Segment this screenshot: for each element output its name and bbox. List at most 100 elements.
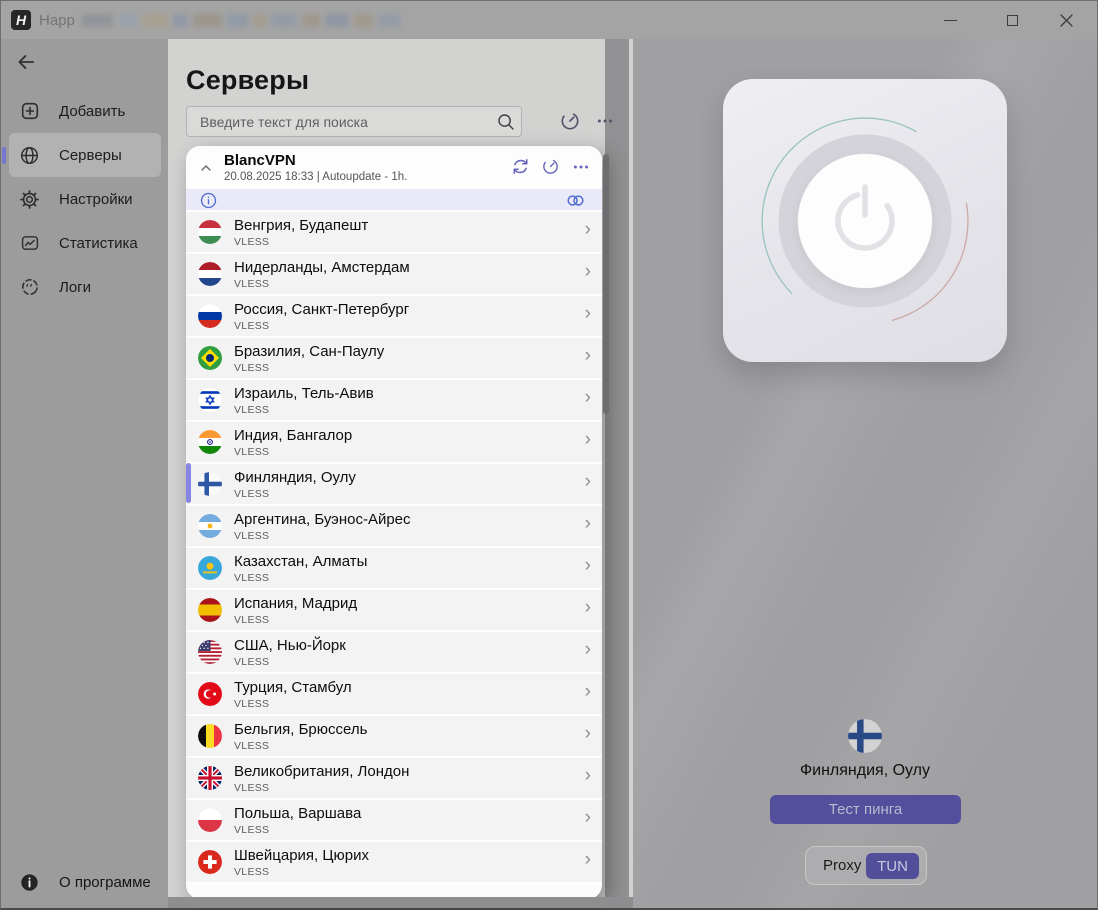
server-protocol: VLESS xyxy=(234,320,409,332)
server-row[interactable]: Бразилия, Сан-ПаулуVLESS› xyxy=(186,338,602,380)
search-icon xyxy=(491,113,521,131)
sidebar-item-label: Добавить xyxy=(59,103,125,120)
chevron-right-icon: › xyxy=(585,303,591,325)
server-row[interactable]: Бельгия, БрюссельVLESS› xyxy=(186,716,602,758)
country-flag-icon xyxy=(198,556,222,580)
chevron-right-icon: › xyxy=(585,471,591,493)
stats-icon xyxy=(19,233,40,254)
gear-icon xyxy=(19,189,40,210)
app-title: Happ xyxy=(39,12,75,29)
server-row[interactable]: Швейцария, ЦюрихVLESS › xyxy=(186,842,602,884)
server-row[interactable]: Нидерланды, АмстердамVLESS› xyxy=(186,254,602,296)
country-flag-icon xyxy=(198,472,222,496)
collapse-chevron-icon[interactable] xyxy=(198,160,214,176)
info-icon[interactable] xyxy=(200,192,217,209)
power-button[interactable] xyxy=(798,154,932,288)
panel-more-button[interactable] xyxy=(594,110,616,132)
sidebar-nav: Добавить Серверы xyxy=(1,89,168,309)
server-row[interactable]: Израиль, Тель-АвивVLESS› xyxy=(186,380,602,422)
sidebar-item-label: Статистика xyxy=(59,235,138,252)
subscription-info-bar xyxy=(186,189,602,212)
sidebar-item-label: О программе xyxy=(59,874,151,891)
server-protocol: VLESS xyxy=(234,866,369,878)
mode-option-tun[interactable]: TUN xyxy=(866,853,919,879)
server-row[interactable]: Венгрия, БудапештVLESS› xyxy=(186,212,602,254)
server-protocol: VLESS xyxy=(234,488,356,500)
chevron-right-icon: › xyxy=(585,513,591,535)
mode-toggle: Proxy TUN xyxy=(805,846,927,885)
titlebar: H Happ xyxy=(1,1,1097,39)
chevron-right-icon: › xyxy=(585,723,591,745)
country-flag-icon xyxy=(198,766,222,790)
chevron-right-icon: › xyxy=(585,429,591,451)
country-flag-icon xyxy=(198,430,222,454)
chevron-right-icon: › xyxy=(585,765,591,787)
server-row[interactable]: Аргентина, Буэнос-АйресVLESS› xyxy=(186,506,602,548)
server-protocol: VLESS xyxy=(234,782,409,794)
subscription-card: BlancVPN 20.08.2025 18:33 | Autoupdate -… xyxy=(186,146,602,899)
sidebar-item-add[interactable]: Добавить xyxy=(1,89,168,133)
country-flag-icon xyxy=(198,388,222,412)
chevron-right-icon: › xyxy=(585,681,591,703)
server-name: Венгрия, Будапешт xyxy=(234,217,368,235)
close-button[interactable] xyxy=(1043,1,1089,39)
server-name: США, Нью-Йорк xyxy=(234,637,346,655)
speedtest-button[interactable] xyxy=(559,110,581,132)
server-search xyxy=(186,106,522,137)
server-row[interactable]: Индия, БангалорVLESS› xyxy=(186,422,602,464)
country-flag-icon xyxy=(198,346,222,370)
server-protocol: VLESS xyxy=(234,614,357,626)
server-protocol: VLESS xyxy=(234,572,367,584)
sidebar-item-statistics[interactable]: Статистика xyxy=(1,221,168,265)
ping-gauge-icon[interactable] xyxy=(541,157,560,176)
logs-icon xyxy=(19,277,40,298)
country-flag-icon xyxy=(198,640,222,664)
ping-test-button[interactable]: Тест пинга xyxy=(770,795,961,824)
refresh-icon[interactable] xyxy=(511,157,530,176)
country-flag-icon xyxy=(198,514,222,538)
sidebar-item-servers[interactable]: Серверы xyxy=(1,133,168,177)
server-protocol: VLESS xyxy=(234,656,346,668)
servers-panel: Серверы BlancVPN 20.08.2025 18:33 | Auto… xyxy=(168,39,633,908)
back-button[interactable] xyxy=(15,51,43,77)
server-row[interactable]: Испания, МадридVLESS› xyxy=(186,590,602,632)
server-protocol: VLESS xyxy=(234,698,352,710)
connection-panel: Финляндия, Оулу Тест пинга Proxy TUN xyxy=(633,39,1097,908)
sidebar-item-label: Серверы xyxy=(59,147,122,164)
globe-icon xyxy=(19,145,40,166)
chevron-right-icon: › xyxy=(585,219,591,241)
maximize-button[interactable] xyxy=(989,1,1035,39)
server-name: Швейцария, Цюрих xyxy=(234,847,369,865)
power-card xyxy=(723,79,1007,362)
chevron-right-icon: › xyxy=(585,261,591,283)
server-row[interactable]: Россия, Санкт-ПетербургVLESS› xyxy=(186,296,602,338)
sidebar-item-logs[interactable]: Логи xyxy=(1,265,168,309)
server-protocol: VLESS xyxy=(234,404,374,416)
panel-bottom-shadow xyxy=(168,897,633,908)
sidebar-item-about[interactable]: О программе xyxy=(1,862,168,902)
sidebar-item-label: Логи xyxy=(59,279,91,296)
country-flag-icon xyxy=(198,724,222,748)
server-row[interactable]: Великобритания, ЛондонVLESS› xyxy=(186,758,602,800)
server-row[interactable]: США, Нью-ЙоркVLESS› xyxy=(186,632,602,674)
chevron-right-icon: › xyxy=(585,849,591,871)
server-row[interactable]: Финляндия, ОулуVLESS› xyxy=(186,464,602,506)
search-input[interactable] xyxy=(187,114,491,130)
server-row[interactable]: Казахстан, АлматыVLESS› xyxy=(186,548,602,590)
sidebar-item-settings[interactable]: Настройки xyxy=(1,177,168,221)
link-icon[interactable] xyxy=(566,193,585,208)
country-flag-icon xyxy=(198,262,222,286)
chevron-right-icon: › xyxy=(585,597,591,619)
server-row[interactable]: Турция, СтамбулVLESS› xyxy=(186,674,602,716)
subscription-header: BlancVPN 20.08.2025 18:33 | Autoupdate -… xyxy=(186,146,602,189)
mode-option-proxy[interactable]: Proxy xyxy=(823,857,861,874)
scrollbar-thumb[interactable] xyxy=(603,154,609,414)
sidebar: Добавить Серверы xyxy=(1,39,168,908)
sidebar-item-label: Настройки xyxy=(59,191,133,208)
country-flag-icon xyxy=(198,598,222,622)
server-protocol: VLESS xyxy=(234,824,361,836)
minimize-button[interactable] xyxy=(927,1,973,39)
chevron-right-icon: › xyxy=(585,387,591,409)
server-row[interactable]: Польша, ВаршаваVLESS› xyxy=(186,800,602,842)
card-more-icon[interactable] xyxy=(571,157,590,176)
